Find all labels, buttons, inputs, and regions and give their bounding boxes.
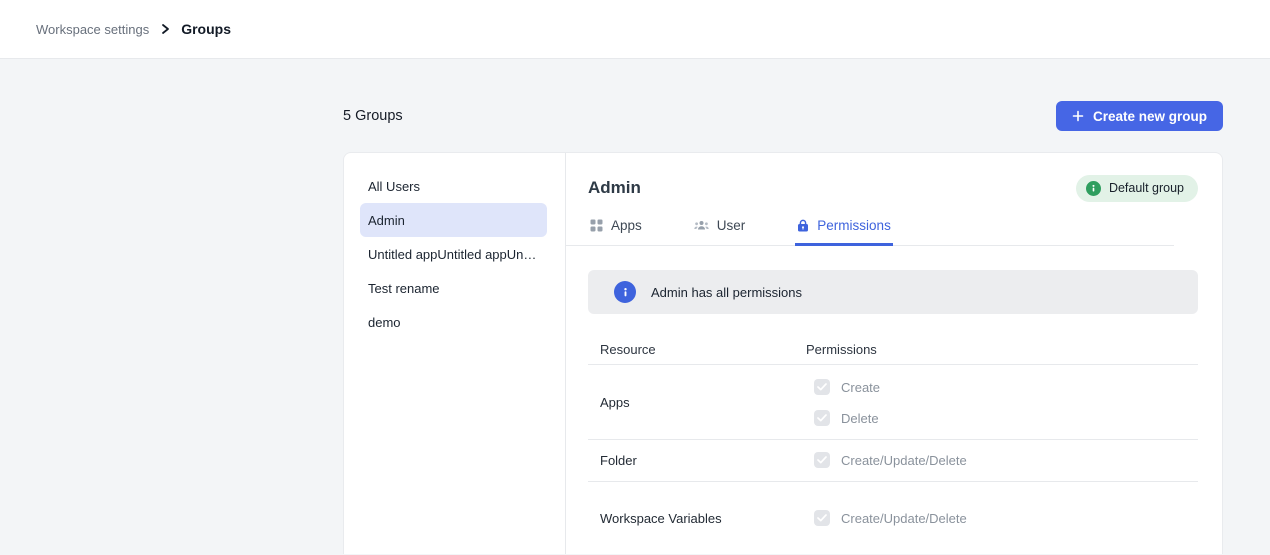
info-circle-icon xyxy=(1086,181,1101,196)
group-list: All Users Admin Untitled appUntitled app… xyxy=(344,153,566,554)
permission-checkbox-workspace-variables-cud xyxy=(814,510,830,526)
check-icon xyxy=(817,383,827,391)
group-item-all-users[interactable]: All Users xyxy=(360,169,547,203)
default-group-label: Default group xyxy=(1109,181,1184,195)
permission-checkbox-create xyxy=(814,379,830,395)
users-icon xyxy=(694,219,709,232)
permissions-table: Resource Permissions Apps Create xyxy=(588,335,1198,554)
top-bar: Workspace settings Groups xyxy=(0,0,1270,59)
lock-icon xyxy=(797,219,809,232)
create-new-group-button[interactable]: Create new group xyxy=(1056,101,1223,131)
groups-count-label: 5 Groups xyxy=(343,108,403,124)
permission-label: Create xyxy=(841,380,880,395)
create-new-group-label: Create new group xyxy=(1093,109,1207,124)
table-row-workspace-variables: Workspace Variables Create/Update/Delete xyxy=(588,482,1198,554)
resource-name: Apps xyxy=(588,365,806,439)
permission-checkbox-delete xyxy=(814,410,830,426)
permission-label: Delete xyxy=(841,411,879,426)
chevron-right-icon xyxy=(159,23,171,35)
tab-bar: Apps User Permissions xyxy=(566,218,1174,246)
check-icon xyxy=(817,414,827,422)
check-icon xyxy=(817,514,827,522)
permission-checkbox-folder-cud xyxy=(814,452,830,468)
group-item-admin[interactable]: Admin xyxy=(360,203,547,237)
plus-icon xyxy=(1072,110,1084,122)
column-header-resource: Resource xyxy=(588,342,806,357)
info-circle-icon xyxy=(614,281,636,303)
resource-name: Folder xyxy=(588,440,806,481)
check-icon xyxy=(817,456,827,464)
tab-apps[interactable]: Apps xyxy=(588,218,644,246)
group-title: Admin xyxy=(588,178,641,198)
permissions-info-banner: Admin has all permissions xyxy=(588,270,1198,314)
table-row-folder: Folder Create/Update/Delete xyxy=(588,440,1198,482)
group-item-test-rename[interactable]: Test rename xyxy=(360,271,547,305)
permission-label: Create/Update/Delete xyxy=(841,453,967,468)
tab-user[interactable]: User xyxy=(692,218,748,246)
banner-text: Admin has all permissions xyxy=(651,285,802,300)
breadcrumb-current-groups: Groups xyxy=(181,21,231,37)
permission-label: Create/Update/Delete xyxy=(841,511,967,526)
group-detail-panel: Admin Default group Apps xyxy=(566,153,1222,554)
default-group-badge: Default group xyxy=(1076,175,1198,202)
groups-card: All Users Admin Untitled appUntitled app… xyxy=(343,152,1223,554)
tab-permissions[interactable]: Permissions xyxy=(795,218,893,246)
table-row-apps: Apps Create Delete xyxy=(588,365,1198,440)
group-item-demo[interactable]: demo xyxy=(360,305,547,339)
groups-page: 5 Groups Create new group All Users Admi… xyxy=(343,59,1223,554)
apps-grid-icon xyxy=(590,219,603,232)
group-item-untitled-app[interactable]: Untitled appUntitled appUntitle… xyxy=(360,237,547,271)
column-header-permissions: Permissions xyxy=(806,342,1198,357)
resource-name: Workspace Variables xyxy=(588,482,806,554)
breadcrumb-workspace-settings[interactable]: Workspace settings xyxy=(36,22,149,37)
